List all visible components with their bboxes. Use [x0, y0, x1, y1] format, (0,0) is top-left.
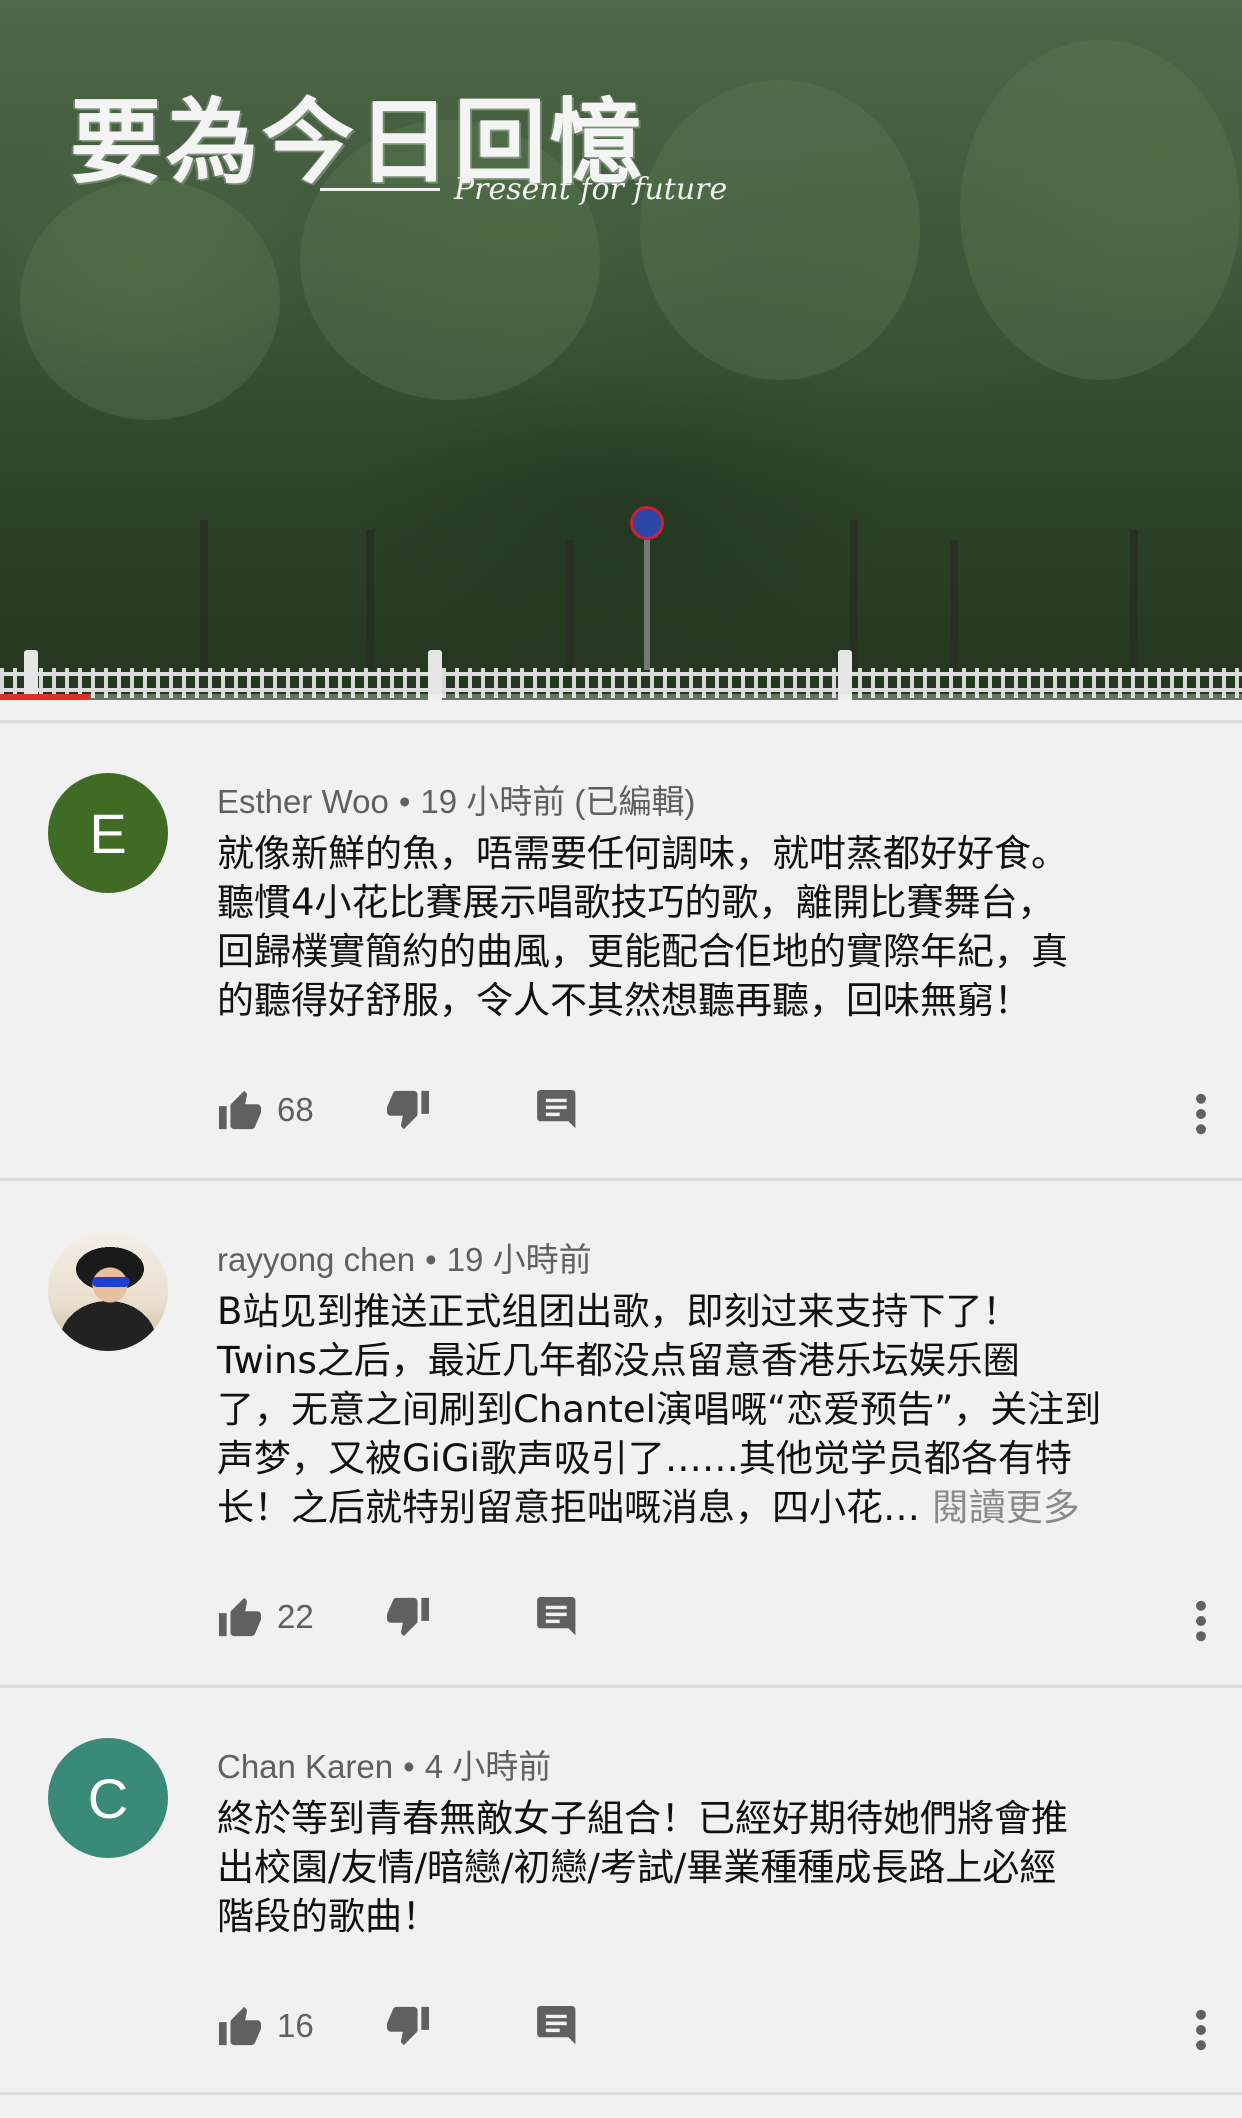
comment-line: 的聽得好舒服，令人不其然想聽再聽，回味無窮！ [217, 979, 1031, 1022]
fence-post [24, 650, 38, 700]
video-logo-subtitle: Present for future [320, 172, 727, 207]
more-vertical-icon [1196, 1600, 1206, 1642]
more-options-button[interactable] [1195, 1089, 1207, 1139]
comment-line: 階段的歌曲！ [217, 1895, 439, 1938]
comment-time: 19 小時前 (已編輯) [420, 783, 696, 820]
like-button[interactable]: 16 [217, 2001, 314, 2051]
thumbs-down-icon [387, 2006, 429, 2046]
separator-dot: • [425, 1241, 437, 1278]
reply-button[interactable] [537, 1085, 579, 1135]
dislike-button[interactable] [385, 1592, 431, 1642]
comment-line: 声梦，又被GiGi歌声吸引了……其他觉学员都各有特 [217, 1437, 1072, 1480]
fence-rail [0, 688, 1242, 692]
video-player[interactable]: 要為今日回憶 Present for future [0, 0, 1242, 700]
comment-time: 4 小時前 [424, 1748, 552, 1785]
subtitle-text: Present for future [454, 172, 728, 207]
separator-dot: • [403, 1748, 415, 1785]
comment-text: B站见到推送正式组团出歌，即刻过来支持下了！ Twins之后，最近几年都没点留意… [217, 1287, 1192, 1532]
comment-list: E Esther Woo • 19 小時前 (已編輯) 就像新鮮的魚，唔需要任何調味… [0, 700, 1242, 2095]
comment-line: Twins之后，最近几年都没点留意香港乐坛娱乐圈 [217, 1339, 1020, 1382]
author-name[interactable]: Esther Woo [217, 783, 389, 820]
avatar[interactable]: E [48, 773, 168, 893]
comment-line-last: 长！之后就特别留意拒咄嘅消息，四小花… 閱讀更多 [217, 1483, 1192, 1532]
author-name[interactable]: Chan Karen [217, 1748, 393, 1785]
comment-icon [537, 1597, 576, 1636]
dislike-button[interactable] [385, 2001, 431, 2051]
more-options-button[interactable] [1195, 1596, 1207, 1646]
avatar[interactable] [48, 1231, 168, 1351]
tree-trunk [566, 540, 574, 670]
separator-dot: • [398, 783, 411, 820]
fence-post [838, 650, 852, 700]
comment-actions: 68 [217, 1085, 1207, 1135]
like-count: 16 [277, 2007, 314, 2044]
more-vertical-icon [1196, 2009, 1206, 2051]
comment-item: C Chan Karen • 4 小時前 終於等到青春無敵女子組合！已經好期待她們將… [0, 1688, 1242, 2092]
comment-meta: Esther Woo • 19 小時前 (已編輯) [217, 775, 695, 823]
comment-meta: Chan Karen • 4 小時前 [217, 1740, 551, 1788]
like-count: 68 [277, 1091, 314, 1128]
tree-trunk [1130, 530, 1138, 670]
comment-line: 聽慣4小花比賽展示唱歌技巧的歌，離開比賽舞台， [217, 881, 1055, 924]
comment-icon [537, 1090, 576, 1129]
reply-button[interactable] [537, 1592, 579, 1642]
foliage [20, 180, 280, 420]
more-options-button[interactable] [1195, 2005, 1207, 2055]
foliage [960, 40, 1240, 380]
comment-text: 終於等到青春無敵女子組合！已經好期待她們將會推 出校園/友情/暗戀/初戀/考試/… [217, 1794, 1192, 1941]
tree-trunk [950, 540, 958, 670]
dislike-button[interactable] [385, 1085, 431, 1135]
author-name[interactable]: rayyong chen [217, 1241, 415, 1278]
tree-trunk [366, 530, 374, 670]
comment-meta: rayyong chen • 19 小時前 [217, 1233, 592, 1281]
fence-post [428, 650, 442, 700]
subtitle-dash [320, 188, 440, 191]
comment-item: E Esther Woo • 19 小時前 (已編輯) 就像新鮮的魚，唔需要任何調味… [0, 723, 1242, 1178]
divider [0, 2092, 1242, 2095]
comment-time: 19 小時前 [446, 1241, 592, 1278]
comment-line: 长！之后就特别留意拒咄嘅消息，四小花… [217, 1486, 920, 1529]
thumbs-down-icon [387, 1597, 429, 1637]
like-count: 22 [277, 1598, 314, 1635]
thumbs-down-icon [387, 1090, 429, 1130]
like-button[interactable]: 68 [217, 1085, 314, 1135]
sunglasses [92, 1277, 130, 1287]
comment-icon [537, 2006, 576, 2045]
comment-line: 就像新鮮的魚，唔需要任何調味，就咁蒸都好好食。 [217, 832, 1068, 875]
comment-line: 回歸樸實簡約的曲風，更能配合佢地的實際年紀，真 [217, 930, 1068, 973]
read-more-link[interactable]: 閱讀更多 [932, 1486, 1080, 1529]
tree-trunk [200, 520, 208, 670]
fence-rail [0, 672, 1242, 676]
foliage [640, 80, 920, 380]
comment-actions: 16 [217, 2001, 1207, 2051]
like-button[interactable]: 22 [217, 1592, 314, 1642]
avatar[interactable]: C [48, 1738, 168, 1858]
comment-text: 就像新鮮的魚，唔需要任何調味，就咁蒸都好好食。 聽慣4小花比賽展示唱歌技巧的歌，… [217, 829, 1192, 1025]
road-sign [630, 506, 664, 540]
comment-line: B站见到推送正式组团出歌，即刻过来支持下了！ [217, 1290, 1020, 1333]
tree-trunk [850, 520, 858, 670]
comment-line: 終於等到青春無敵女子組合！已經好期待她們將會推 [217, 1797, 1068, 1840]
comment-line: 了，无意之间刷到Chantel演唱嘅“恋爱预告”，关注到 [217, 1388, 1102, 1431]
comment-actions: 22 [217, 1592, 1207, 1642]
sign-post [644, 540, 650, 670]
thumbs-up-icon [219, 1597, 261, 1637]
thumbs-up-icon [219, 1090, 261, 1130]
reply-button[interactable] [537, 2001, 579, 2051]
comment-item: rayyong chen • 19 小時前 B站见到推送正式组团出歌，即刻过来支持下… [0, 1181, 1242, 1685]
more-vertical-icon [1196, 1093, 1206, 1135]
comment-line: 出校園/友情/暗戀/初戀/考試/畢業種種成長路上必經 [217, 1846, 1057, 1889]
thumbs-up-icon [219, 2006, 261, 2046]
